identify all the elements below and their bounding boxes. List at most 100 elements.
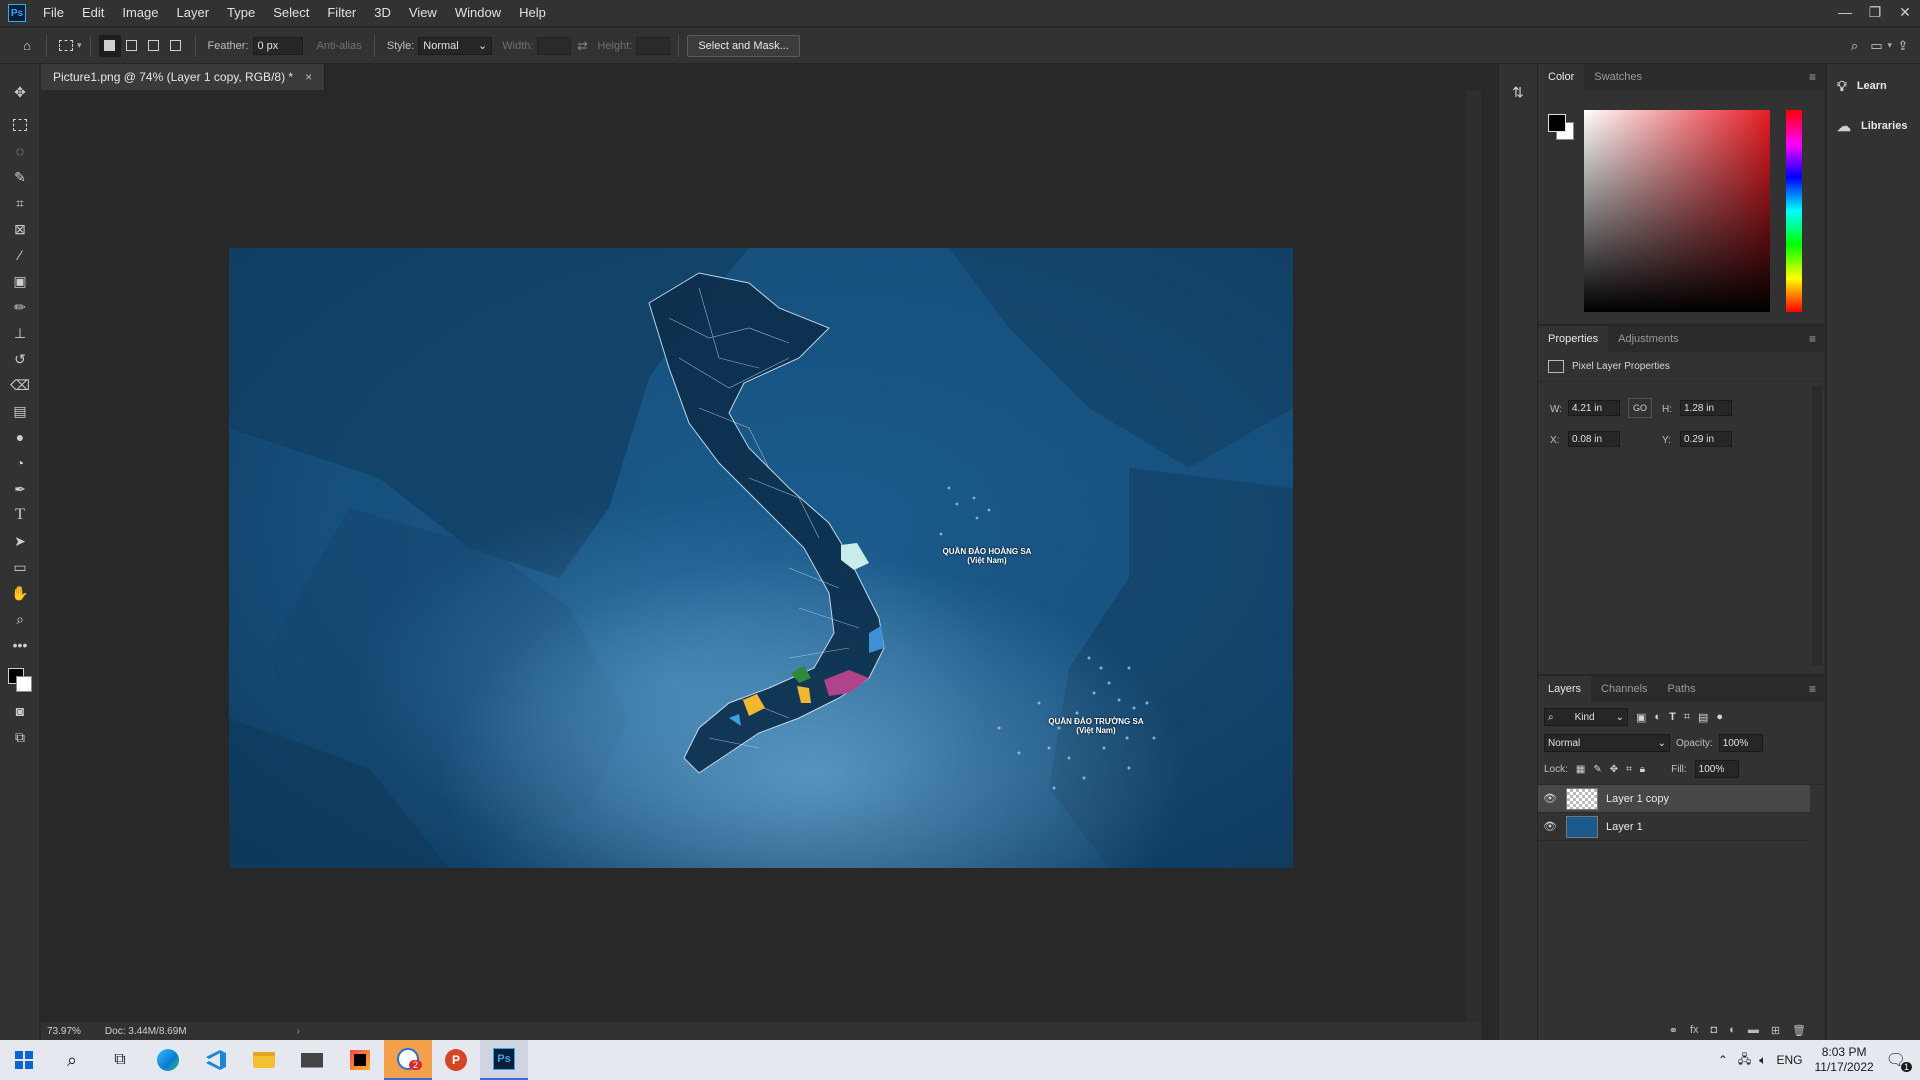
healing-brush-tool-icon[interactable]: ▣: [0, 268, 40, 294]
fill-field[interactable]: 100%: [1694, 760, 1739, 778]
quick-selection-tool-icon[interactable]: ✎: [0, 164, 40, 190]
height-input[interactable]: [636, 36, 671, 55]
lock-artboard-icon[interactable]: ⌗: [1626, 764, 1632, 775]
menu-3d[interactable]: 3D: [365, 0, 400, 26]
tab-adjustments[interactable]: Adjustments: [1608, 326, 1689, 352]
document-tab[interactable]: Picture1.png @ 74% (Layer 1 copy, RGB/8)…: [41, 64, 326, 90]
mail-icon[interactable]: [288, 1040, 336, 1080]
tab-color[interactable]: Color: [1538, 64, 1585, 90]
photoshop-taskbar-icon[interactable]: Ps: [480, 1040, 528, 1080]
width-field[interactable]: 4.21 in: [1568, 400, 1620, 416]
task-view-icon[interactable]: ⧉: [96, 1040, 144, 1080]
new-group-icon[interactable]: ▬: [1748, 1024, 1759, 1036]
restore-button[interactable]: ❐: [1860, 0, 1890, 26]
foreground-color-swatch-top[interactable]: [1548, 114, 1566, 132]
height-field[interactable]: 1.28 in: [1680, 400, 1732, 416]
zoom-level[interactable]: 73.97%: [47, 1026, 81, 1037]
home-icon[interactable]: ⌂: [16, 35, 38, 57]
width-input[interactable]: [537, 36, 572, 55]
filter-toggle-icon[interactable]: ●: [1716, 711, 1723, 723]
lasso-tool-icon[interactable]: ◌: [0, 138, 40, 164]
tab-paths[interactable]: Paths: [1658, 676, 1706, 702]
menu-window[interactable]: Window: [446, 0, 510, 26]
menu-filter[interactable]: Filter: [318, 0, 365, 26]
chevron-down-icon[interactable]: ▾: [77, 40, 82, 51]
chevron-right-icon[interactable]: ›: [297, 1026, 300, 1037]
learn-button[interactable]: 💡︎ Learn: [1827, 66, 1920, 106]
quick-mask-icon[interactable]: ◙: [0, 698, 40, 724]
menu-edit[interactable]: Edit: [73, 0, 113, 26]
search-icon[interactable]: ⌕: [1843, 35, 1865, 57]
feather-input[interactable]: 0 px: [252, 36, 303, 55]
menu-image[interactable]: Image: [113, 0, 167, 26]
layer-filter-select[interactable]: ⌕ Kind ⌄: [1544, 708, 1628, 726]
visibility-eye-icon[interactable]: 👁︎: [1538, 820, 1562, 833]
network-icon[interactable]: 🖧︎: [1738, 1050, 1751, 1071]
link-layers-icon[interactable]: ⚭: [1669, 1024, 1678, 1037]
clone-stamp-tool-icon[interactable]: ⊥: [0, 320, 40, 346]
background-color-swatch[interactable]: [16, 676, 32, 692]
blur-tool-icon[interactable]: ●: [0, 424, 40, 450]
properties-scrollbar[interactable]: [1812, 386, 1822, 666]
swap-icon[interactable]: ⇄: [571, 35, 593, 57]
vscode-icon[interactable]: [192, 1040, 240, 1080]
filter-shape-icon[interactable]: ⌗: [1684, 711, 1690, 724]
blend-mode-select[interactable]: Normal ⌄: [1544, 734, 1670, 752]
select-and-mask-button[interactable]: Select and Mask...: [687, 34, 800, 57]
lock-transparent-icon[interactable]: ▦: [1576, 764, 1585, 775]
windows-start-icon[interactable]: [0, 1040, 48, 1080]
eyedropper-tool-icon[interactable]: ⁄: [0, 242, 40, 268]
frame-tool-icon[interactable]: ⊠: [0, 216, 40, 242]
x-field[interactable]: 0.08 in: [1568, 431, 1620, 447]
opacity-field[interactable]: 100%: [1718, 734, 1763, 752]
hue-slider[interactable]: [1786, 110, 1802, 312]
libraries-button[interactable]: ☁ Libraries: [1827, 106, 1920, 146]
brush-tool-icon[interactable]: ✏: [0, 294, 40, 320]
intersect-selection-icon[interactable]: [165, 35, 187, 57]
tab-channels[interactable]: Channels: [1591, 676, 1657, 702]
color-swatches[interactable]: [0, 658, 40, 698]
menu-help[interactable]: Help: [510, 0, 555, 26]
search-icon[interactable]: ⌕: [48, 1040, 96, 1080]
path-selection-tool-icon[interactable]: ➤: [0, 528, 40, 554]
fx-icon[interactable]: fx: [1690, 1024, 1699, 1036]
language-indicator[interactable]: ENG: [1777, 1053, 1803, 1067]
delete-layer-icon[interactable]: 🗑︎: [1792, 1024, 1806, 1037]
file-explorer-icon[interactable]: [240, 1040, 288, 1080]
history-panel-icon[interactable]: ⇅: [1499, 84, 1537, 101]
tab-swatches[interactable]: Swatches: [1584, 64, 1652, 90]
style-select[interactable]: Normal ⌄: [418, 36, 493, 55]
vertical-scrollbar[interactable]: [1466, 90, 1481, 1022]
lock-all-icon[interactable]: 🔒︎: [1640, 764, 1645, 775]
filter-adjustment-icon[interactable]: ◐: [1654, 711, 1661, 723]
screen-mode-icon[interactable]: ⧉: [0, 724, 40, 750]
antialias-checkbox[interactable]: Anti-alias: [317, 40, 362, 52]
visibility-eye-icon[interactable]: 👁︎: [1538, 792, 1562, 805]
link-dimensions-button[interactable]: GO: [1628, 398, 1652, 418]
layer-row[interactable]: 👁︎ Layer 1: [1538, 813, 1810, 841]
menu-file[interactable]: File: [34, 0, 73, 26]
marquee-tool-icon[interactable]: [0, 112, 40, 138]
type-tool-icon[interactable]: T: [0, 502, 40, 528]
dodge-tool-icon[interactable]: ◔: [0, 450, 40, 476]
add-mask-icon[interactable]: ◘: [1711, 1024, 1718, 1036]
filter-type-icon[interactable]: T: [1669, 711, 1676, 723]
move-tool-icon[interactable]: ✥: [0, 72, 40, 112]
minimize-button[interactable]: —: [1830, 0, 1860, 26]
marquee-preset-icon[interactable]: [55, 35, 77, 57]
volume-icon[interactable]: 🔈︎: [1759, 1053, 1766, 1068]
menu-type[interactable]: Type: [218, 0, 264, 26]
more-tools-icon[interactable]: •••: [0, 632, 40, 658]
document-canvas-image[interactable]: QUẦN ĐẢO HOÀNG SA (Việt Nam) QUẦN ĐẢO TR…: [229, 248, 1293, 868]
panel-menu-icon[interactable]: ≡: [1809, 70, 1816, 84]
notification-center-icon[interactable]: 🗨︎ 1: [1886, 1050, 1912, 1072]
tab-properties[interactable]: Properties: [1538, 326, 1609, 352]
layer-row[interactable]: 👁︎ Layer 1 copy: [1538, 785, 1810, 813]
add-selection-icon[interactable]: [121, 35, 143, 57]
hand-tool-icon[interactable]: ✋: [0, 580, 40, 606]
color-picker-field[interactable]: [1584, 110, 1770, 312]
close-button[interactable]: ✕: [1890, 0, 1920, 26]
jetbrains-icon[interactable]: [336, 1040, 384, 1080]
subtract-selection-icon[interactable]: [143, 35, 165, 57]
crop-tool-icon[interactable]: ⌗: [0, 190, 40, 216]
